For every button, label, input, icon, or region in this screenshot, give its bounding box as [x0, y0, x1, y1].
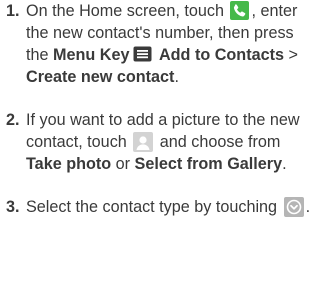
menu-key-label: Menu Key — [53, 46, 130, 64]
instruction-steps: 1. On the Home screen, touch , enter the… — [0, 0, 324, 218]
step-1: 1. On the Home screen, touch , enter the… — [0, 0, 316, 88]
select-from-gallery-label: Select from Gallery — [134, 155, 283, 173]
step-3: 3. Select the contact type by touching . — [0, 196, 316, 218]
phone-icon — [230, 1, 250, 20]
step-text-part: Select the contact type by touching — [26, 198, 278, 216]
menu-icon — [133, 46, 152, 62]
step-end: . — [305, 198, 311, 216]
contact-picture-icon — [133, 132, 154, 152]
step-number: 2. — [6, 111, 20, 129]
take-photo-label: Take photo — [26, 155, 112, 173]
step-end: . — [282, 155, 287, 173]
step-text: Select the contact type by touching . — [26, 196, 316, 218]
step-end: . — [174, 68, 179, 86]
step-text-part: and choose from — [155, 133, 281, 151]
step-text-part: or — [111, 155, 135, 173]
step-2: 2. If you want to add a picture to the n… — [0, 109, 316, 175]
add-to-contacts-label: Add to Contacts — [158, 46, 284, 64]
chevron-down-icon — [283, 197, 304, 217]
step-text-part: On the Home screen, touch — [26, 2, 224, 20]
step-text: On the Home screen, touch , enter the ne… — [26, 0, 316, 88]
step-separator: > — [283, 46, 298, 64]
step-number: 3. — [6, 198, 20, 216]
create-new-contact-label: Create new contact — [26, 68, 175, 86]
step-text: If you want to add a picture to the new … — [26, 109, 316, 175]
step-number: 1. — [6, 2, 20, 20]
